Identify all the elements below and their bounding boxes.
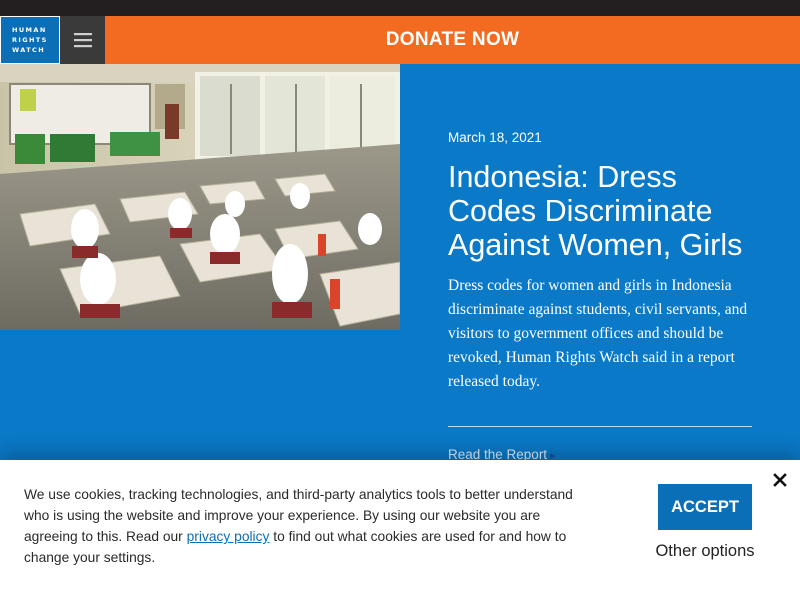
other-options-button[interactable]: Other options	[640, 542, 770, 561]
accept-button[interactable]: ACCEPT	[658, 484, 752, 530]
divider	[448, 426, 752, 427]
logo-line: HUMAN	[12, 26, 47, 34]
article-date: March 18, 2021	[448, 130, 542, 145]
hamburger-menu-icon	[73, 33, 92, 48]
cookie-message: We use cookies, tracking technologies, a…	[24, 484, 594, 568]
close-icon[interactable]	[770, 470, 790, 490]
privacy-policy-link[interactable]: privacy policy	[187, 529, 270, 544]
article-title[interactable]: Indonesia: Dress Codes Discriminate Agai…	[448, 160, 752, 262]
logo-line: RIGHTS	[12, 36, 48, 44]
hero-image	[0, 64, 400, 330]
donate-button[interactable]: DONATE NOW	[105, 16, 800, 64]
top-bar	[0, 0, 800, 16]
menu-button[interactable]	[60, 16, 105, 64]
logo-line: WATCH	[12, 46, 46, 54]
cookie-banner: We use cookies, tracking technologies, a…	[0, 460, 800, 600]
hrw-logo[interactable]: HUMAN RIGHTS WATCH	[0, 16, 60, 64]
article-summary: Dress codes for women and girls in Indon…	[448, 277, 748, 390]
